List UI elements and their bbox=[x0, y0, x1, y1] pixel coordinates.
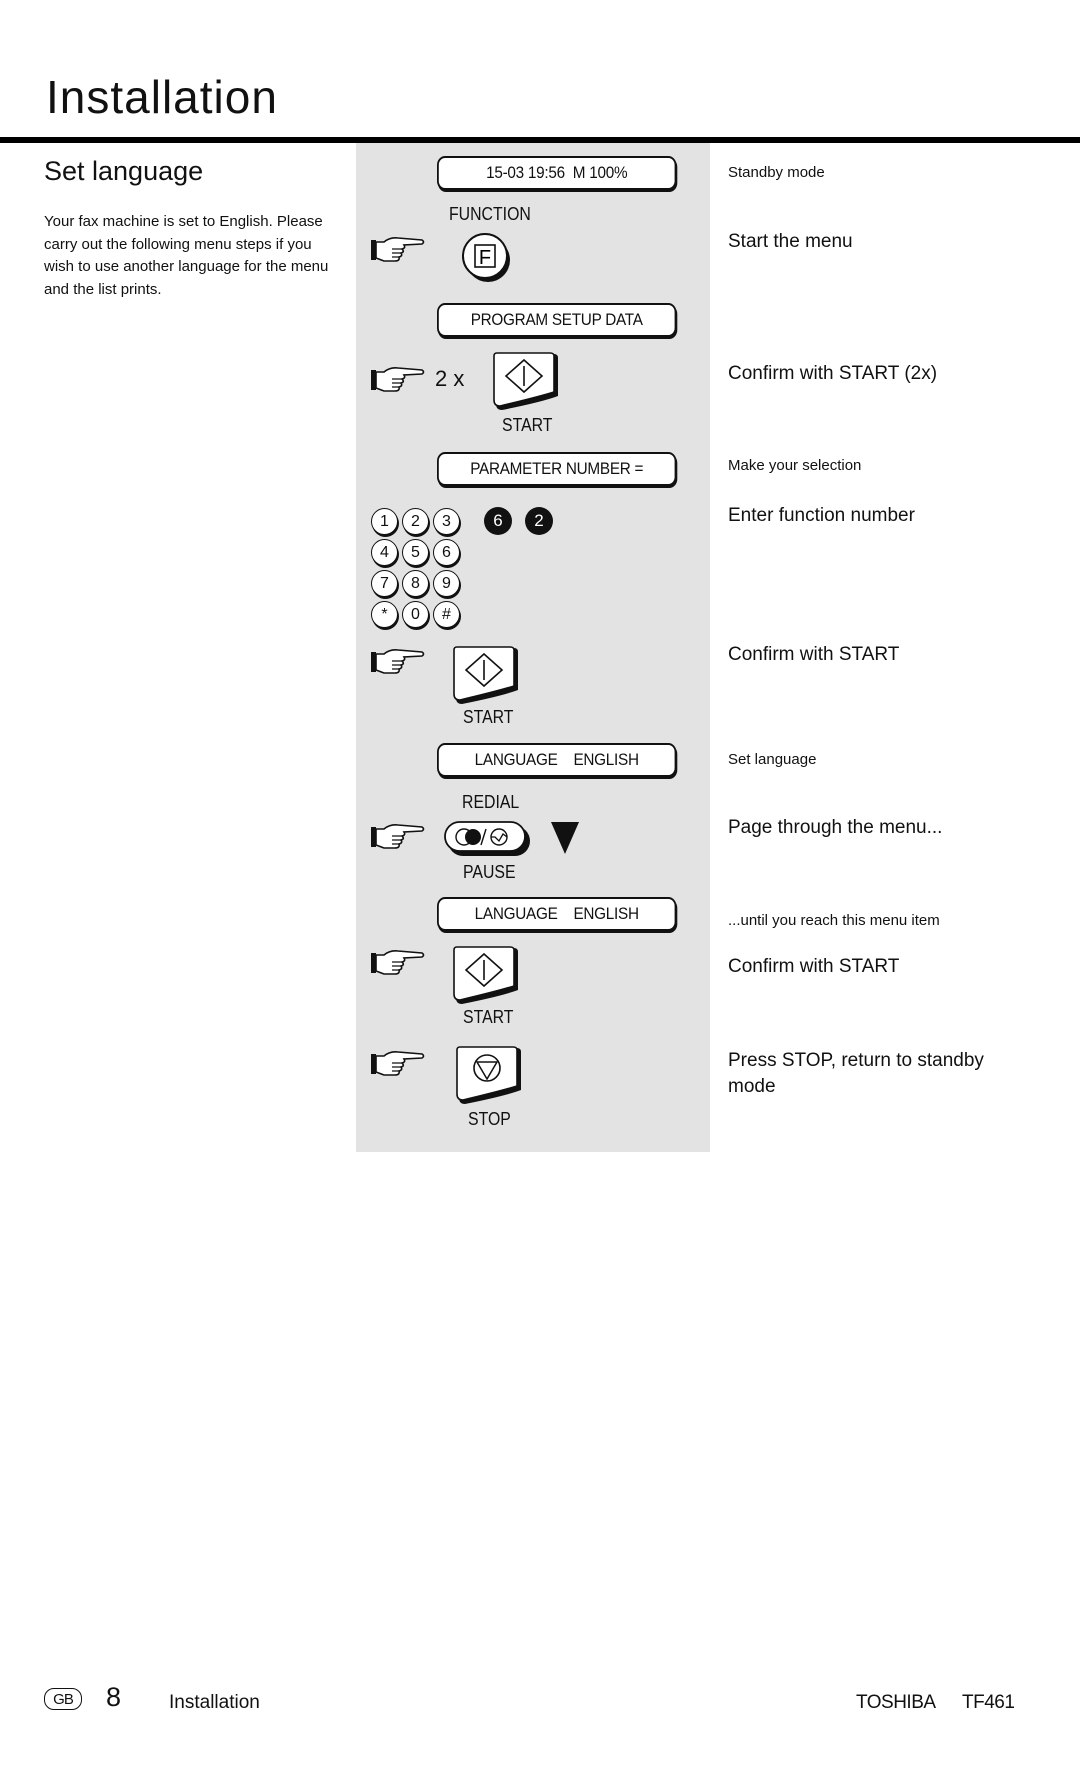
pointing-hand-icon bbox=[371, 649, 425, 674]
note-start-menu: Start the menu bbox=[728, 231, 853, 252]
page-number: 8 bbox=[106, 1682, 122, 1712]
keypad-key[interactable]: 5 bbox=[402, 539, 429, 566]
note-set-language: Set language bbox=[728, 751, 817, 768]
note-page-through: Page through the menu... bbox=[728, 817, 943, 838]
keypad-key[interactable]: * bbox=[371, 601, 398, 628]
note-enter-function: Enter function number bbox=[728, 505, 915, 526]
entered-digit: 6 bbox=[484, 507, 512, 535]
page-title: Installation bbox=[46, 71, 278, 123]
intro-text: Your fax machine is set to English. Plea… bbox=[44, 213, 329, 298]
keypad-key[interactable]: 2 bbox=[402, 508, 429, 535]
redial-pause-key-icon[interactable] bbox=[444, 821, 532, 857]
start-key-icon[interactable] bbox=[452, 946, 522, 1006]
note-confirm-start: Confirm with START bbox=[728, 956, 900, 977]
start-label: START bbox=[502, 415, 553, 435]
lcd-text: 15-03 19:56 M 100% bbox=[486, 163, 628, 182]
lcd-text: PROGRAM SETUP DATA bbox=[470, 310, 643, 329]
start-label: START bbox=[463, 1007, 514, 1027]
keypad-key[interactable]: 1 bbox=[371, 508, 398, 535]
down-arrow-icon bbox=[551, 822, 579, 854]
note-confirm-2x: Confirm with START (2x) bbox=[728, 363, 938, 384]
lcd-text: PARAMETER NUMBER = bbox=[470, 459, 644, 478]
function-key-icon[interactable]: F bbox=[461, 232, 513, 284]
pointing-hand-icon bbox=[371, 824, 425, 849]
pointing-hand-icon bbox=[371, 1051, 425, 1076]
keypad-key[interactable]: # bbox=[433, 601, 460, 628]
keypad-key[interactable]: 9 bbox=[433, 570, 460, 597]
stop-label: STOP bbox=[468, 1109, 511, 1129]
keypad-key[interactable]: 3 bbox=[433, 508, 460, 535]
lcd-display-standby: 15-03 19:56 M 100% bbox=[437, 156, 677, 190]
numeric-keypad: 1 2 3 4 5 6 7 8 9 * 0 # bbox=[371, 508, 463, 628]
lcd-display-language: LANGUAGE ENGLISH bbox=[437, 897, 677, 931]
keypad-key[interactable]: 0 bbox=[402, 601, 429, 628]
footer-brand: TOSHIBA bbox=[856, 1692, 936, 1713]
note-until-reach: ...until you reach this menu item bbox=[728, 912, 940, 929]
lcd-display-program: PROGRAM SETUP DATA bbox=[437, 303, 677, 337]
redial-label: REDIAL bbox=[462, 792, 520, 812]
stop-key-icon[interactable] bbox=[455, 1046, 525, 1106]
note-make-selection: Make your selection bbox=[728, 457, 862, 474]
pause-label: PAUSE bbox=[463, 862, 516, 882]
start-label: START bbox=[463, 707, 514, 727]
lcd-text: LANGUAGE ENGLISH bbox=[474, 750, 639, 769]
note-confirm-start: Confirm with START bbox=[728, 644, 900, 665]
footer-model: TF461 bbox=[962, 1692, 1015, 1713]
country-badge: GB bbox=[44, 1688, 82, 1710]
start-key-icon[interactable] bbox=[492, 352, 562, 412]
pointing-hand-icon bbox=[371, 237, 425, 262]
entered-digit: 2 bbox=[525, 507, 553, 535]
function-label: FUNCTION bbox=[449, 204, 531, 224]
function-key-letter: F bbox=[479, 247, 491, 269]
lcd-display-parameter: PARAMETER NUMBER = bbox=[437, 452, 677, 486]
note-press-stop: Press STOP, return to standby mode bbox=[728, 1050, 984, 1097]
keypad-key[interactable]: 8 bbox=[402, 570, 429, 597]
start-key-icon[interactable] bbox=[452, 646, 522, 706]
lcd-text: LANGUAGE ENGLISH bbox=[474, 904, 639, 923]
note-standby: Standby mode bbox=[728, 164, 825, 181]
keypad-key[interactable]: 6 bbox=[433, 539, 460, 566]
pointing-hand-icon bbox=[371, 367, 425, 392]
footer-section: Installation bbox=[169, 1692, 260, 1713]
repeat-count: 2 x bbox=[435, 366, 465, 391]
section-title: Set language bbox=[44, 156, 204, 186]
lcd-display-language: LANGUAGE ENGLISH bbox=[437, 743, 677, 777]
keypad-key[interactable]: 7 bbox=[371, 570, 398, 597]
keypad-key[interactable]: 4 bbox=[371, 539, 398, 566]
pointing-hand-icon bbox=[371, 950, 425, 975]
